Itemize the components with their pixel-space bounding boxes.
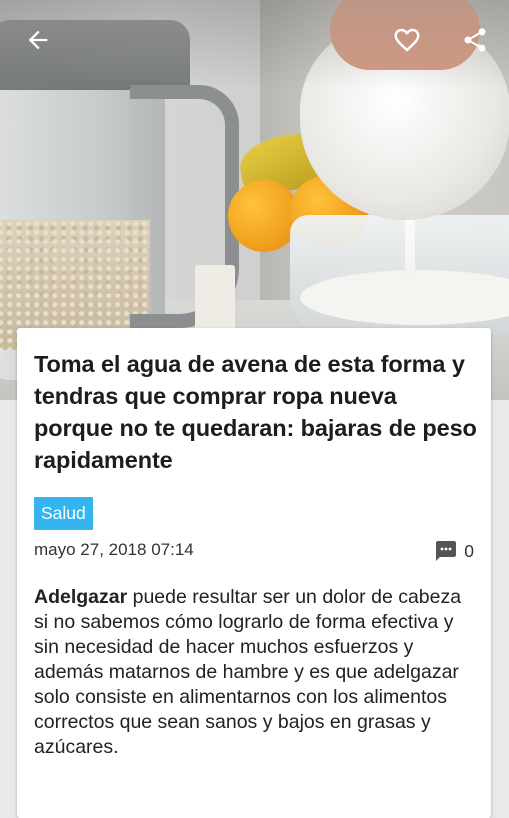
back-button[interactable] xyxy=(20,22,56,58)
heart-outline-icon xyxy=(394,28,420,52)
share-icon xyxy=(464,28,486,52)
share-button[interactable] xyxy=(457,22,493,58)
category-badge[interactable]: Salud xyxy=(34,497,93,530)
article-body: Adelgazar puede resultar ser un dolor de… xyxy=(34,585,478,760)
article-date: mayo 27, 2018 07:14 xyxy=(34,540,194,559)
comment-icon xyxy=(436,541,457,561)
favorite-button[interactable] xyxy=(389,22,425,58)
article-lead-bold: Adelgazar xyxy=(34,586,128,608)
comments-button[interactable]: 0 xyxy=(434,539,474,563)
comment-count: 0 xyxy=(464,541,474,561)
article-title: Toma el agua de avena de esta forma y te… xyxy=(34,351,477,473)
article-card: Toma el agua de avena de esta forma y te… xyxy=(17,328,491,818)
arrow-left-icon xyxy=(28,30,48,50)
article-body-text: puede resultar ser un dolor de cabeza si… xyxy=(34,586,462,758)
